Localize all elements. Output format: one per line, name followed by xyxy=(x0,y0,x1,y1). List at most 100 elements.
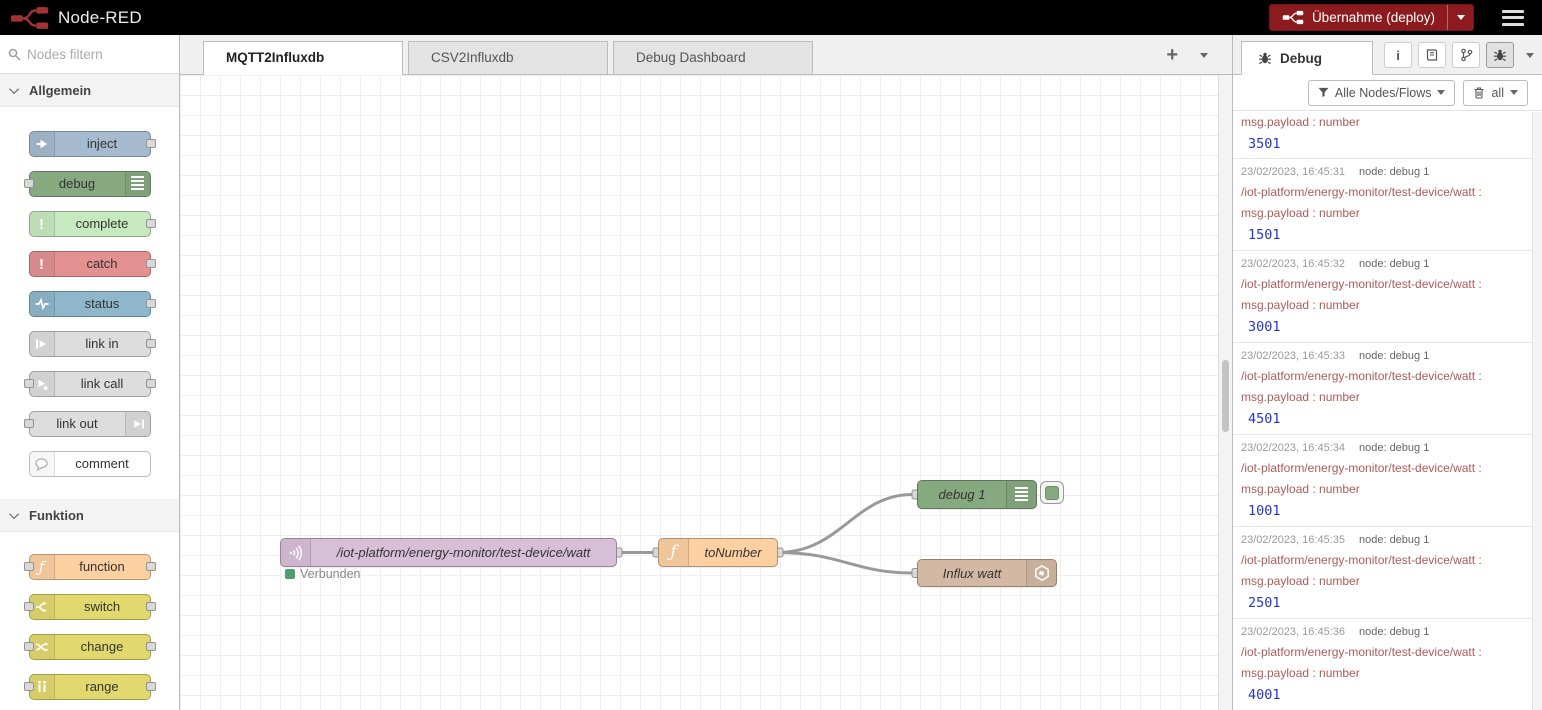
node-input-port[interactable] xyxy=(24,379,34,388)
node-output-port[interactable] xyxy=(146,379,156,388)
debug-message[interactable]: 23/02/2023, 16:45:35node: debug 1 /iot-p… xyxy=(1233,527,1542,619)
debug-message[interactable]: 23/02/2023, 16:45:31node: debug 1 /iot-p… xyxy=(1233,159,1542,251)
tab-csv2influxdb[interactable]: CSV2Influxdb xyxy=(408,41,608,74)
tab-mqtt2influxdb[interactable]: MQTT2Influxdb xyxy=(203,41,403,75)
message-timestamp: 23/02/2023, 16:45:35 xyxy=(1241,534,1345,546)
node-output-port[interactable] xyxy=(146,219,156,228)
node-output-port[interactable] xyxy=(146,642,156,651)
palette-node-change[interactable]: change xyxy=(29,634,151,660)
status-text: Verbunden xyxy=(300,567,360,581)
deploy-options-caret[interactable] xyxy=(1447,5,1473,30)
deploy-button[interactable]: Übernahme (deploy) xyxy=(1269,4,1474,31)
node-output-port[interactable] xyxy=(146,259,156,268)
flow-node-tonumber[interactable]: ƒ toNumber xyxy=(658,538,778,567)
node-output-port[interactable] xyxy=(146,339,156,348)
node-input-port[interactable] xyxy=(24,419,34,428)
palette-node-function[interactable]: ƒ function xyxy=(29,554,151,580)
palette-node-debug[interactable]: debug xyxy=(29,171,151,197)
message-node: node: debug 1 xyxy=(1359,442,1429,454)
tab-debug-dashboard[interactable]: Debug Dashboard xyxy=(613,41,813,74)
add-flow-button[interactable]: + xyxy=(1166,45,1178,65)
node-output-port[interactable] xyxy=(146,299,156,308)
sidebar-info-button[interactable]: i xyxy=(1384,42,1412,68)
palette-section-allgemein[interactable]: Allgemein xyxy=(0,74,179,107)
node-output-port[interactable] xyxy=(146,602,156,611)
message-timestamp: 23/02/2023, 16:45:31 xyxy=(1241,166,1345,178)
debug-scrollbar[interactable] xyxy=(1532,112,1542,710)
message-value[interactable]: 3001 xyxy=(1241,319,1522,335)
message-node: node: debug 1 xyxy=(1359,626,1429,638)
app-logo: Node-RED xyxy=(10,5,142,31)
sidebar-tab-debug[interactable]: Debug xyxy=(1241,41,1373,75)
flow-list-caret[interactable] xyxy=(1200,53,1208,58)
debug-message[interactable]: 23/02/2023, 16:45:34node: debug 1 /iot-p… xyxy=(1233,435,1542,527)
palette-node-catch[interactable]: ! catch xyxy=(29,251,151,277)
message-value[interactable]: 2501 xyxy=(1241,595,1522,611)
debug-sidebar: Debug i xyxy=(1232,35,1542,710)
message-value[interactable]: 1501 xyxy=(1241,227,1522,243)
debug-message[interactable]: 23/02/2023, 16:45:33node: debug 1 /iot-p… xyxy=(1233,343,1542,435)
debug-enable-toggle[interactable] xyxy=(1040,481,1064,504)
sidebar-debug-button[interactable] xyxy=(1486,42,1514,68)
node-input-port[interactable] xyxy=(24,179,34,188)
message-node: node: debug 1 xyxy=(1359,258,1429,270)
node-input-port[interactable] xyxy=(24,562,34,571)
status-connected-dot xyxy=(285,569,295,579)
sidebar-help-button[interactable] xyxy=(1418,42,1446,68)
influxdb-icon xyxy=(1034,565,1050,581)
palette-node-link-out[interactable]: link out xyxy=(29,411,151,437)
node-label: /iot-platform/energy-monitor/test-device… xyxy=(311,539,616,566)
status-wave-icon xyxy=(35,297,49,311)
bug-icon xyxy=(1258,51,1272,65)
main-menu-button[interactable] xyxy=(1502,10,1524,26)
node-palette: Allgemein inject debug ! complete ! catc… xyxy=(0,35,180,710)
palette-node-inject[interactable]: inject xyxy=(29,131,151,157)
debug-message[interactable]: 23/02/2023, 16:45:36node: debug 1 /iot-p… xyxy=(1233,619,1542,710)
flow-node-influx-watt[interactable]: Influx watt xyxy=(917,559,1057,587)
message-value[interactable]: 4501 xyxy=(1241,411,1522,427)
palette-node-link-call[interactable]: link call xyxy=(29,371,151,397)
flow-node-debug1[interactable]: debug 1 xyxy=(917,480,1037,509)
sidebar-history-button[interactable] xyxy=(1452,42,1480,68)
node-output-port[interactable] xyxy=(146,562,156,571)
message-value[interactable]: 3501 xyxy=(1241,136,1522,152)
palette-node-switch[interactable]: switch xyxy=(29,594,151,620)
node-input-port[interactable] xyxy=(24,642,34,651)
debug-message[interactable]: msg.payload : number 3501 xyxy=(1233,112,1542,159)
palette-node-status[interactable]: status xyxy=(29,291,151,317)
palette-nodes-allgemein: inject debug ! complete ! catch status xyxy=(0,107,179,499)
palette-search[interactable] xyxy=(0,35,179,74)
message-value[interactable]: 1001 xyxy=(1241,503,1522,519)
chevron-down-icon xyxy=(9,509,19,519)
palette-node-complete[interactable]: ! complete xyxy=(29,211,151,237)
message-timestamp: 23/02/2023, 16:45:34 xyxy=(1241,442,1345,454)
scrollbar-thumb[interactable] xyxy=(1222,360,1229,432)
link-in-icon xyxy=(35,337,49,351)
palette-node-link-in[interactable]: link in xyxy=(29,331,151,357)
wire[interactable] xyxy=(778,553,912,574)
debug-list-icon xyxy=(125,172,150,196)
node-input-port[interactable] xyxy=(24,682,34,691)
chevron-down-icon xyxy=(1437,90,1445,95)
palette-node-range[interactable]: range xyxy=(29,674,151,700)
link-call-icon xyxy=(35,377,49,391)
wire[interactable] xyxy=(778,495,912,553)
debug-message[interactable]: 23/02/2023, 16:45:32node: debug 1 /iot-p… xyxy=(1233,251,1542,343)
palette-node-comment[interactable]: comment xyxy=(29,451,151,477)
palette-section-funktion[interactable]: Funktion xyxy=(0,499,179,532)
flow-node-mqtt-in[interactable]: /iot-platform/energy-monitor/test-device… xyxy=(280,538,617,567)
workspace-tabbar: MQTT2Influxdb CSV2Influxdb Debug Dashboa… xyxy=(180,35,1232,75)
canvas-vertical-scrollbar[interactable] xyxy=(1218,75,1232,710)
book-icon xyxy=(1425,48,1439,62)
message-value[interactable]: 4001 xyxy=(1241,687,1522,703)
node-output-port[interactable] xyxy=(146,139,156,148)
flow-canvas[interactable]: /iot-platform/energy-monitor/test-device… xyxy=(180,75,1232,710)
sidebar-tabs-caret[interactable] xyxy=(1526,53,1534,58)
node-input-port[interactable] xyxy=(24,602,34,611)
node-output-port[interactable] xyxy=(146,682,156,691)
link-out-icon xyxy=(131,417,145,431)
debug-message-list: msg.payload : number 3501 23/02/2023, 16… xyxy=(1233,112,1542,710)
debug-clear-button[interactable]: all xyxy=(1463,80,1528,106)
palette-search-input[interactable] xyxy=(27,47,157,62)
debug-filter-button[interactable]: Alle Nodes/Flows xyxy=(1308,80,1456,106)
